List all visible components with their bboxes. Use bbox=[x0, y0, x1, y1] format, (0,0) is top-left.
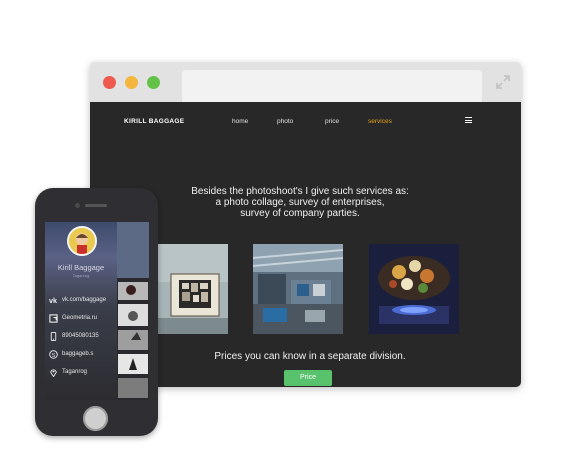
front-camera bbox=[75, 203, 80, 208]
phone-mockup: Kirill Baggage Taganrog vk vk.com/baggag… bbox=[35, 188, 158, 436]
browser-toolbar bbox=[90, 62, 521, 102]
contact-skype[interactable]: S baggageb.s bbox=[49, 350, 117, 360]
intro-line: a photo collage, survey of enterprises, bbox=[215, 197, 385, 208]
price-button[interactable]: Price bbox=[284, 370, 332, 386]
contact-label: Geometria.ru bbox=[62, 315, 98, 321]
contact-geometria[interactable]: Geometria.ru bbox=[49, 314, 117, 324]
maximize-window-button[interactable] bbox=[147, 76, 160, 89]
avatar[interactable] bbox=[67, 226, 97, 256]
vk-icon: vk bbox=[49, 296, 57, 305]
contact-phone[interactable]: 89045080135 bbox=[49, 332, 117, 342]
intro-line: survey of company parties. bbox=[240, 208, 360, 219]
svg-text:S: S bbox=[52, 353, 56, 359]
hamburger-menu-icon[interactable] bbox=[465, 117, 472, 123]
profile-subtitle: Taganrog bbox=[72, 273, 90, 278]
nav-price[interactable]: price bbox=[325, 118, 339, 125]
geometria-icon bbox=[49, 314, 58, 323]
contact-label: Taganrog bbox=[62, 369, 88, 375]
intro-line: Besides the photoshoot's I give such ser… bbox=[191, 186, 409, 197]
enterprise-survey-image[interactable] bbox=[253, 244, 343, 334]
contact-vk[interactable]: vk vk.com/baggage bbox=[49, 296, 117, 306]
prices-note: Prices you can know in a separate divisi… bbox=[214, 351, 406, 362]
site-logo[interactable]: KIRILL BAGGAGE bbox=[124, 118, 184, 125]
svg-text:vk: vk bbox=[49, 296, 57, 305]
phone-speaker bbox=[85, 204, 107, 207]
home-button[interactable] bbox=[83, 406, 108, 431]
phone-icon bbox=[50, 332, 57, 341]
expand-icon[interactable] bbox=[495, 74, 511, 90]
photo-collage-image[interactable] bbox=[153, 244, 228, 334]
profile-name: Kirill Baggage bbox=[57, 263, 105, 272]
services-intro: Besides the photoshoot's I give such ser… bbox=[150, 186, 450, 219]
photo-strip bbox=[117, 222, 149, 400]
nav-home[interactable]: home bbox=[232, 118, 248, 125]
nav-services[interactable]: services bbox=[368, 118, 392, 125]
contact-location[interactable]: Taganrog bbox=[49, 368, 117, 378]
minimize-window-button[interactable] bbox=[125, 76, 138, 89]
nav-photo[interactable]: photo bbox=[277, 118, 293, 125]
corporate-party-image[interactable] bbox=[369, 244, 459, 334]
location-icon bbox=[50, 369, 57, 377]
close-window-button[interactable] bbox=[103, 76, 116, 89]
phone-screen: Kirill Baggage Taganrog vk vk.com/baggag… bbox=[45, 222, 149, 400]
skype-icon: S bbox=[49, 350, 58, 359]
contact-label: vk.com/baggage bbox=[62, 297, 107, 303]
contact-label: baggageb.s bbox=[62, 351, 94, 357]
browser-tab[interactable] bbox=[182, 70, 482, 102]
contact-label: 89045080135 bbox=[62, 333, 99, 339]
